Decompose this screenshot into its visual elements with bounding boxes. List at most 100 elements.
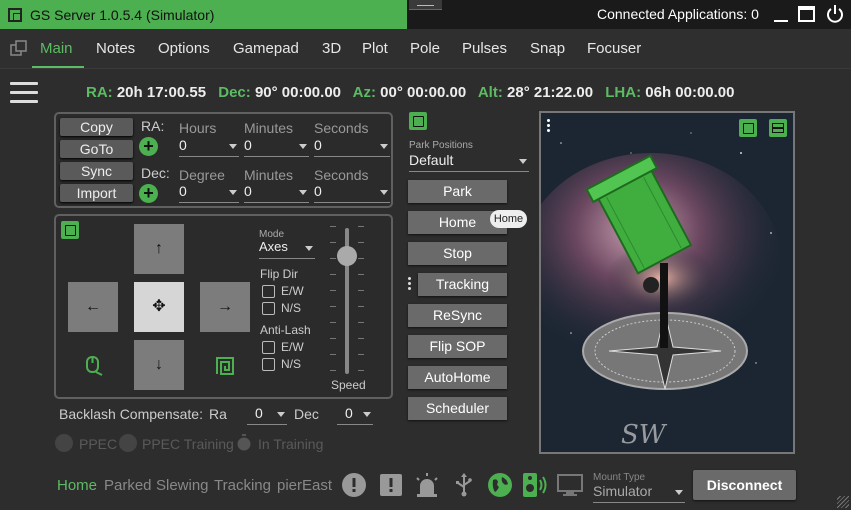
hamburger-menu-icon[interactable] — [10, 82, 38, 104]
flip-ew-checkbox[interactable] — [262, 285, 275, 298]
minimize-icon[interactable] — [771, 4, 791, 24]
ra-minutes-select[interactable]: 0 — [244, 137, 309, 157]
tab-main[interactable]: Main — [40, 40, 73, 57]
tab-3d[interactable]: 3D — [322, 40, 341, 57]
move-left-button[interactable]: ← — [68, 282, 118, 332]
popout-hand-icon[interactable] — [61, 221, 79, 239]
az-value: 00° 00:00.00 — [380, 84, 467, 101]
flip-ew-label: E/W — [281, 284, 304, 298]
backlash-dec-select[interactable]: 0 — [337, 405, 373, 425]
backlash-ra-select[interactable]: 0 — [247, 405, 287, 425]
speed-slider[interactable] — [330, 226, 365, 376]
move-down-button[interactable]: ↓ — [134, 340, 184, 390]
park-button[interactable]: Park — [408, 180, 507, 203]
tab-notes[interactable]: Notes — [96, 40, 135, 57]
status-tracking: Tracking — [214, 477, 271, 494]
warning-circle-icon[interactable] — [341, 472, 367, 498]
view-settings-icon[interactable] — [769, 119, 787, 137]
degree-select[interactable]: 0 — [179, 183, 239, 203]
copy-button[interactable]: Copy — [60, 118, 133, 136]
disconnect-button[interactable]: Disconnect — [693, 470, 796, 500]
popout-park-icon[interactable] — [409, 112, 427, 130]
antilash-ns-label: N/S — [281, 357, 302, 371]
title-bar: GS Server 1.0.5.4 (Simulator) Connected … — [0, 0, 851, 29]
import-button[interactable]: Import — [60, 184, 133, 202]
hours-label: Hours — [179, 120, 217, 136]
drag-handle[interactable] — [409, 0, 442, 10]
stopwatch-icon — [236, 434, 252, 452]
ra-seconds-select[interactable]: 0 — [314, 137, 390, 157]
tracking-button[interactable]: Tracking — [418, 273, 507, 296]
alt-value: 28° 21:22.00 — [507, 84, 594, 101]
dock-icon[interactable] — [10, 40, 28, 58]
ra-minutes-label: Minutes — [244, 120, 294, 136]
dec-input-label: Dec: — [141, 165, 170, 181]
flip-ns-label: N/S — [281, 301, 302, 315]
status-slewing: Slewing — [156, 477, 209, 494]
alarm-light-icon[interactable] — [414, 472, 440, 498]
view-options-icon[interactable] — [547, 119, 551, 133]
power-icon[interactable] — [825, 4, 845, 24]
window-title: GS Server 1.0.5.4 (Simulator) — [30, 6, 215, 23]
popout-view-icon[interactable] — [739, 119, 757, 137]
autohome-button[interactable]: AutoHome — [408, 366, 507, 389]
alert-box-icon[interactable] — [378, 472, 404, 498]
add-dec-icon[interactable]: + — [139, 184, 158, 203]
tab-pole[interactable]: Pole — [410, 40, 440, 57]
speaker-icon[interactable] — [522, 472, 548, 498]
flip-sop-button[interactable]: Flip SOP — [408, 335, 507, 358]
resize-grip[interactable] — [837, 496, 849, 508]
tab-options[interactable]: Options — [158, 40, 210, 57]
park-positions-label: Park Positions — [409, 140, 473, 151]
backlash-ra-label: Ra — [209, 406, 227, 422]
alt-label: Alt: — [477, 84, 503, 101]
title-bar-app-area: GS Server 1.0.5.4 (Simulator) — [0, 0, 407, 29]
speed-label: Speed — [331, 378, 366, 392]
telescope-view: SW — [539, 111, 795, 454]
goto-button[interactable]: GoTo — [60, 140, 133, 158]
maximize-icon[interactable] — [797, 4, 817, 24]
speed-thumb[interactable] — [337, 245, 357, 266]
tab-gamepad[interactable]: Gamepad — [233, 40, 299, 57]
degree-label: Degree — [179, 167, 225, 183]
antilash-ew-checkbox[interactable] — [262, 341, 275, 354]
ra-seconds-label: Seconds — [314, 120, 369, 136]
stop-button[interactable]: Stop — [408, 242, 507, 265]
flip-ns-checkbox[interactable] — [262, 302, 275, 315]
dec-minutes-select[interactable]: 0 — [244, 183, 309, 203]
tab-focuser[interactable]: Focuser — [587, 40, 641, 57]
dec-seconds-select[interactable]: 0 — [314, 183, 390, 203]
add-ra-icon[interactable]: + — [139, 137, 158, 156]
ppec-training-toggle[interactable] — [119, 434, 137, 452]
ppec-toggle[interactable] — [55, 434, 73, 452]
ra-input-label: RA: — [141, 118, 165, 134]
tracking-options-icon[interactable] — [408, 277, 412, 293]
move-right-button[interactable]: → — [200, 282, 250, 332]
tab-pulses[interactable]: Pulses — [462, 40, 507, 57]
spiral-icon[interactable] — [215, 356, 235, 376]
active-tab-indicator — [32, 66, 84, 68]
status-pier: pierEast — [277, 477, 333, 494]
tab-plot[interactable]: Plot — [362, 40, 388, 57]
monitor-icon[interactable] — [557, 472, 583, 498]
stop-center-button[interactable]: ✥ — [134, 282, 184, 332]
mode-select[interactable]: Axes — [259, 239, 315, 259]
move-up-button[interactable]: ↑ — [134, 224, 184, 274]
usb-icon[interactable] — [451, 472, 477, 498]
sw-logo: SW — [621, 420, 668, 450]
resync-button[interactable]: ReSync — [408, 304, 507, 327]
sync-button[interactable]: Sync — [60, 162, 133, 180]
hours-select[interactable]: 0 — [179, 137, 239, 157]
tab-snap[interactable]: Snap — [530, 40, 565, 57]
mount-type-select[interactable]: Simulator — [593, 483, 685, 503]
dec-seconds-label: Seconds — [314, 167, 369, 183]
park-positions-select[interactable]: Default — [409, 152, 529, 172]
backlash-label: Backlash Compensate: — [59, 406, 203, 422]
globe-icon[interactable] — [487, 472, 513, 498]
ra-label: RA: — [86, 84, 113, 101]
lha-value: 06h 00:00.00 — [645, 84, 735, 101]
az-label: Az: — [352, 84, 376, 101]
antilash-ns-checkbox[interactable] — [262, 358, 275, 371]
mouse-icon[interactable] — [84, 355, 104, 377]
scheduler-button[interactable]: Scheduler — [408, 397, 507, 420]
